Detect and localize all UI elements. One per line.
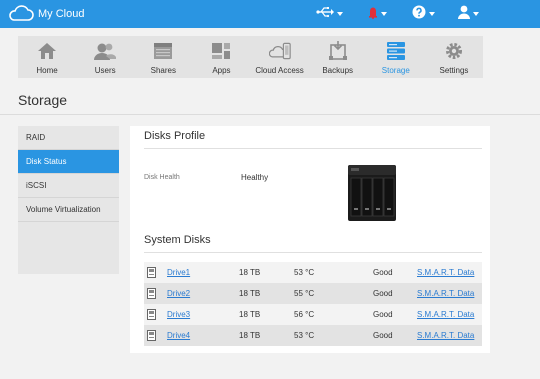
sidebar-item-iscsi[interactable]: iSCSI: [18, 174, 119, 198]
storage-icon: [385, 40, 407, 62]
disk-status-panel: Disks Profile Disk Health Healthy System…: [130, 126, 490, 353]
usb-menu[interactable]: [316, 6, 343, 22]
drive-status: Good: [373, 310, 393, 319]
divider: [144, 148, 482, 149]
divider: [0, 114, 540, 115]
help-icon: [412, 5, 426, 24]
backups-icon: [327, 40, 349, 62]
nav-item-cloud-access[interactable]: Cloud Access: [251, 36, 309, 78]
disk-icon: [147, 288, 156, 299]
home-icon: [36, 40, 58, 62]
table-row: Drive1 18 TB 53 °C Good S.M.A.R.T. Data: [144, 262, 482, 283]
nav-label: Users: [94, 66, 116, 75]
drive-name-link[interactable]: Drive2: [167, 289, 190, 298]
nav-item-apps[interactable]: Apps: [192, 36, 250, 78]
nav-item-shares[interactable]: Shares: [134, 36, 192, 78]
drive-temperature: 56 °C: [294, 310, 315, 319]
nav-label: Shares: [150, 66, 176, 75]
drive-status: Good: [373, 331, 393, 340]
user-menu[interactable]: [458, 5, 479, 24]
drive-name-link[interactable]: Drive4: [167, 331, 190, 340]
smart-data-link[interactable]: S.M.A.R.T. Data: [417, 331, 474, 340]
smart-data-link[interactable]: S.M.A.R.T. Data: [417, 289, 474, 298]
gear-icon: [443, 40, 465, 62]
disk-health-label: Disk Health: [144, 174, 180, 181]
drive-status: Good: [373, 289, 393, 298]
nav-label: Settings: [439, 66, 469, 75]
usb-icon: [316, 5, 334, 23]
drive-size: 18 TB: [239, 268, 261, 277]
storage-sidebar: RAID Disk Status iSCSI Volume Virtualiza…: [18, 126, 119, 274]
user-icon: [458, 5, 470, 24]
chevron-down-icon: [429, 12, 435, 16]
nav-item-storage[interactable]: Storage: [367, 36, 425, 78]
shares-icon: [152, 40, 174, 62]
chevron-down-icon: [473, 12, 479, 16]
system-disks-title: System Disks: [144, 234, 211, 246]
users-icon: [94, 40, 117, 62]
disk-health-value: Healthy: [241, 173, 269, 182]
drive-temperature: 53 °C: [294, 268, 315, 277]
drive-size: 18 TB: [239, 331, 261, 340]
nav-item-users[interactable]: Users: [76, 36, 134, 78]
nav-item-backups[interactable]: Backups: [309, 36, 367, 78]
chevron-down-icon: [337, 12, 343, 16]
nav-label: Storage: [381, 66, 410, 75]
nav-label: Apps: [212, 66, 231, 75]
main-nav: Home Users Shares Apps Cloud Access Back…: [18, 36, 483, 78]
app-title: My Cloud: [38, 8, 85, 20]
alert-icon: [368, 5, 378, 24]
drive-temperature: 53 °C: [294, 331, 315, 340]
cloud-logo-icon: [6, 4, 36, 24]
nav-item-settings[interactable]: Settings: [425, 36, 483, 78]
table-row: Drive4 18 TB 53 °C Good S.M.A.R.T. Data: [144, 325, 482, 346]
nav-label: Backups: [322, 66, 354, 75]
sidebar-item-raid[interactable]: RAID: [18, 126, 119, 150]
nav-item-home[interactable]: Home: [18, 36, 76, 78]
disk-icon: [147, 267, 156, 278]
table-row: Drive2 18 TB 55 °C Good S.M.A.R.T. Data: [144, 283, 482, 304]
cloud-access-icon: [268, 40, 291, 62]
drive-name-link[interactable]: Drive3: [167, 310, 190, 319]
system-disks-table: Drive1 18 TB 53 °C Good S.M.A.R.T. Data …: [144, 262, 482, 346]
drive-size: 18 TB: [239, 289, 261, 298]
chevron-down-icon: [381, 12, 387, 16]
divider: [144, 252, 482, 253]
smart-data-link[interactable]: S.M.A.R.T. Data: [417, 268, 474, 277]
drive-temperature: 55 °C: [294, 289, 315, 298]
smart-data-link[interactable]: S.M.A.R.T. Data: [417, 310, 474, 319]
disk-icon: [147, 309, 156, 320]
table-row: Drive3 18 TB 56 °C Good S.M.A.R.T. Data: [144, 304, 482, 325]
drive-status: Good: [373, 268, 393, 277]
brand-logo[interactable]: My Cloud: [6, 4, 84, 24]
alerts-menu[interactable]: [368, 6, 387, 22]
help-menu[interactable]: [412, 5, 435, 24]
nav-label: Cloud Access: [255, 66, 304, 75]
sidebar-item-disk-status[interactable]: Disk Status: [18, 150, 119, 174]
apps-icon: [210, 40, 232, 62]
nas-device-image: [347, 164, 397, 222]
nav-label: Home: [36, 66, 58, 75]
sidebar-item-volume-virtualization[interactable]: Volume Virtualization: [18, 198, 119, 222]
disk-icon: [147, 330, 156, 341]
page-title: Storage: [18, 92, 68, 108]
top-bar: My Cloud: [0, 0, 540, 28]
drive-size: 18 TB: [239, 310, 261, 319]
drive-name-link[interactable]: Drive1: [167, 268, 190, 277]
disks-profile-title: Disks Profile: [144, 130, 206, 142]
